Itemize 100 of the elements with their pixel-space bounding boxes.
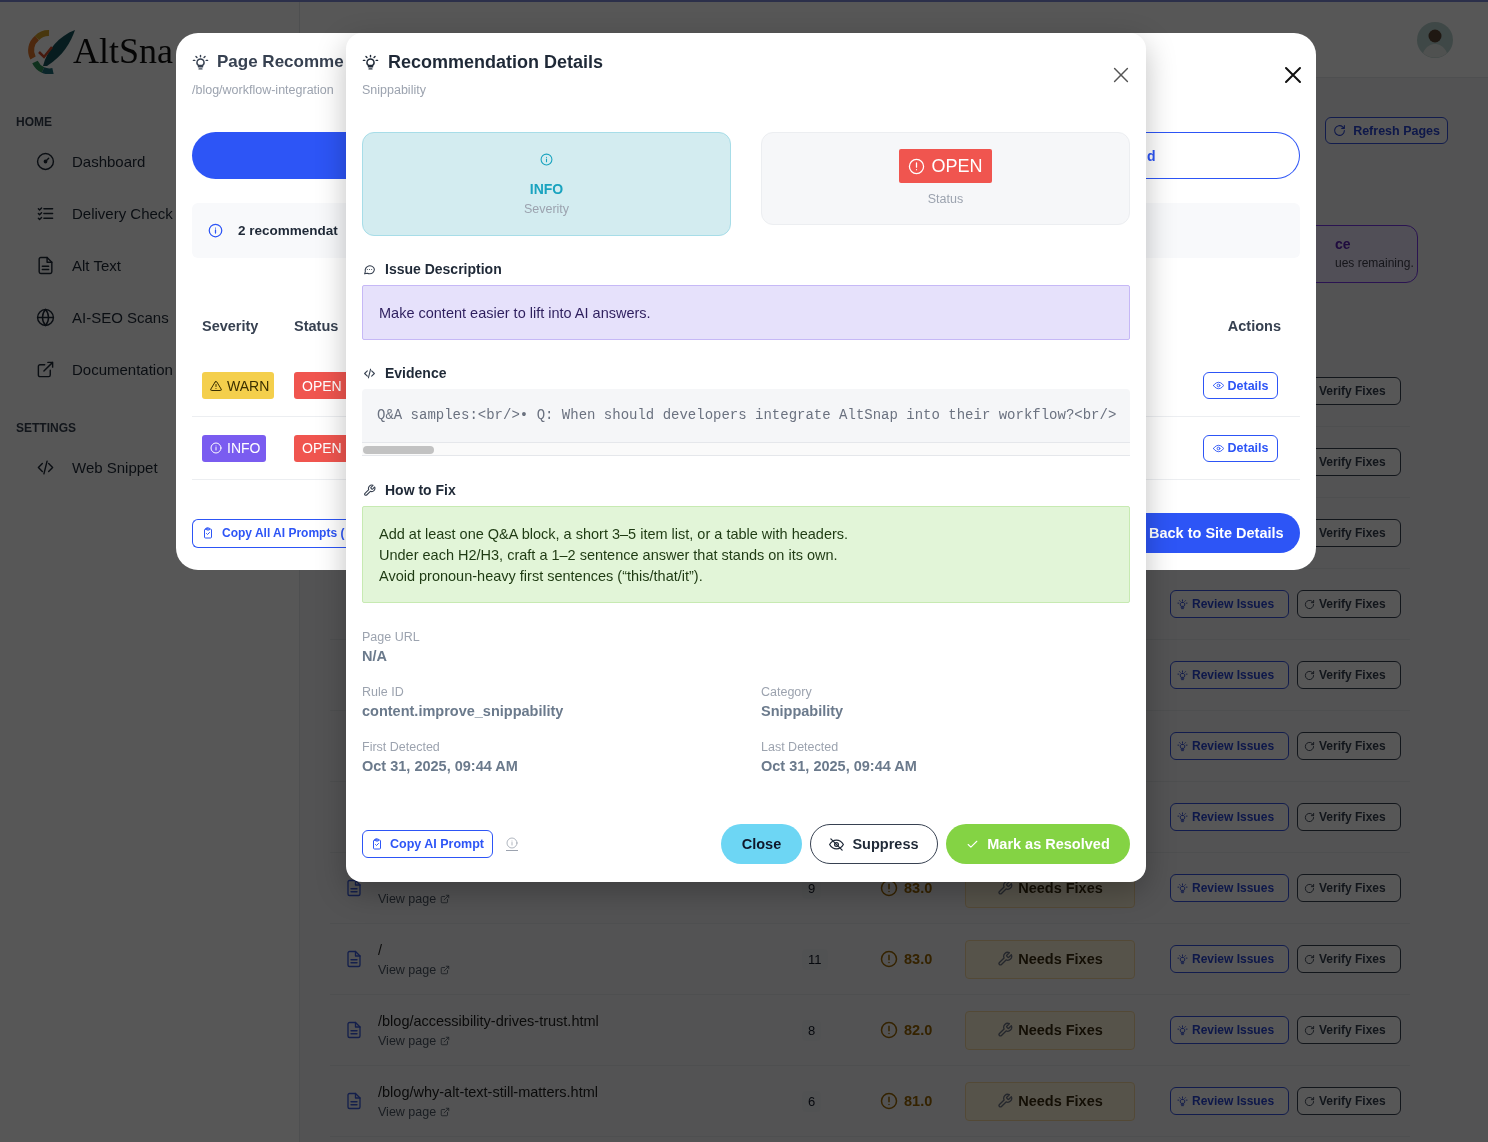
- verify-fixes-button[interactable]: Verify Fixes: [1297, 732, 1401, 760]
- bulb-icon: [1177, 811, 1188, 823]
- wrench-icon: [997, 951, 1014, 967]
- alert-icon: [880, 1021, 898, 1039]
- nav-item[interactable]: Web Snippet: [36, 441, 158, 493]
- verify-fixes-button[interactable]: Verify Fixes: [1297, 803, 1401, 831]
- section-heading: How to Fix: [385, 482, 456, 498]
- refresh-icon: [1304, 740, 1315, 752]
- card-caption: Severity: [523, 202, 570, 216]
- verify-fixes-button[interactable]: Verify Fixes: [1297, 945, 1401, 973]
- wrench-icon: [363, 483, 376, 497]
- alert-icon: [908, 157, 926, 175]
- verify-fixes-button[interactable]: Verify Fixes: [1297, 661, 1401, 689]
- field-value: Oct 31, 2025, 09:44 AM: [761, 757, 918, 775]
- modal-title: Page Recomme: [217, 52, 344, 72]
- code-icon: [363, 366, 376, 380]
- refresh-icon: [1304, 882, 1315, 894]
- copy-prompt-button[interactable]: Copy AI Prompt: [362, 830, 493, 858]
- info-text: 2 recommendat: [238, 223, 338, 238]
- field-value: content.improve_snippability: [362, 702, 565, 720]
- field-label: Rule ID: [362, 684, 405, 700]
- details-button[interactable]: Details: [1203, 434, 1278, 462]
- primary-button[interactable]: [192, 132, 346, 179]
- view-page-link[interactable]: View page: [378, 962, 780, 977]
- verify-fixes-button[interactable]: Verify Fixes: [1297, 1087, 1401, 1115]
- bulb-icon: [1177, 882, 1188, 894]
- review-issues-button[interactable]: Review Issues: [1170, 803, 1289, 831]
- suppress-button[interactable]: Suppress: [810, 824, 938, 864]
- field-label: Category: [761, 684, 813, 700]
- section-heading: SETTINGS: [16, 421, 76, 435]
- review-issues-button[interactable]: Review Issues: [1170, 590, 1289, 618]
- page-path: /blog/accessibility-drives-trust.html: [378, 1012, 600, 1031]
- bulb-icon: [1177, 1095, 1188, 1107]
- status-badge: Needs Fixes: [965, 939, 1135, 979]
- severity-badge: INFO: [202, 434, 266, 462]
- external-link-icon: [440, 893, 451, 904]
- logo-text: AltSna: [73, 30, 173, 72]
- review-issues-button[interactable]: Review Issues: [1170, 874, 1289, 902]
- file-icon: [345, 950, 363, 968]
- info-icon: [506, 837, 518, 849]
- info-icon: [208, 223, 223, 238]
- close-button[interactable]: Close: [721, 824, 802, 864]
- bulb-icon: [1177, 1024, 1188, 1036]
- refresh-icon: [1304, 1024, 1315, 1036]
- verify-fixes-button[interactable]: Verify Fixes: [1297, 1016, 1401, 1044]
- verify-fixes-button[interactable]: Verify Fixes: [1297, 590, 1401, 618]
- nav-item[interactable]: AI-SEO Scans: [36, 291, 169, 343]
- nav-item[interactable]: Delivery Check: [36, 187, 173, 239]
- card-caption: Status: [927, 192, 964, 206]
- file-icon: [345, 1021, 363, 1039]
- wrench-icon: [997, 1022, 1014, 1038]
- info-icon: [540, 153, 553, 166]
- field-value: Oct 31, 2025, 09:44 AM: [362, 757, 519, 775]
- review-issues-button[interactable]: Review Issues: [1170, 661, 1289, 689]
- globe-icon: [36, 307, 55, 327]
- score: 81.0: [904, 1093, 933, 1109]
- verify-fixes-button[interactable]: Verify Fixes: [1297, 874, 1401, 902]
- outline-button[interactable]: d: [1146, 132, 1300, 179]
- review-issues-button[interactable]: Review Issues: [1170, 1087, 1289, 1115]
- resolve-button[interactable]: Mark as Resolved: [946, 824, 1130, 864]
- fix-text: Under each H2/H3, craft a 1–2 sentence answer that stands on its own.: [379, 546, 839, 565]
- fix-text: Avoid pronoun-heavy first sentences (“this/that/it”).: [379, 567, 704, 586]
- review-issues-button[interactable]: Review Issues: [1170, 1016, 1289, 1044]
- status-badge: OPEN: [899, 149, 992, 183]
- column-header: Severity: [202, 318, 260, 334]
- nav-item[interactable]: Dashboard: [36, 135, 146, 187]
- bulb-icon: [192, 53, 209, 71]
- card-subtitle: ues remaining.: [1335, 256, 1415, 270]
- wrench-icon: [997, 880, 1014, 896]
- nav-item[interactable]: Documentation: [36, 343, 173, 395]
- view-page-link[interactable]: View page: [378, 1104, 780, 1119]
- details-button[interactable]: Details: [1203, 372, 1278, 399]
- clipboard-icon: [371, 838, 383, 850]
- page-path: /blog/why-alt-text-still-matters.html: [378, 1083, 599, 1102]
- review-issues-button[interactable]: Review Issues: [1170, 732, 1289, 760]
- review-issues-button[interactable]: Review Issues: [1170, 945, 1289, 973]
- alert-icon: [880, 950, 898, 968]
- chat-icon: [363, 262, 376, 276]
- modal-subtitle: Snippability: [362, 83, 427, 99]
- info-icon: [210, 442, 222, 454]
- refresh-icon: [1304, 669, 1315, 681]
- modal-subtitle: /blog/workflow-integration: [192, 83, 335, 99]
- column-header: Status: [294, 318, 339, 334]
- back-button[interactable]: Back to Site Details: [1146, 513, 1300, 553]
- copy-prompts-button[interactable]: Copy All AI Prompts (: [192, 518, 346, 548]
- bulb-icon: [1177, 953, 1188, 965]
- bulb-icon: [362, 53, 379, 71]
- view-page-link[interactable]: View page: [378, 1033, 780, 1048]
- external-link-icon: [36, 359, 55, 379]
- field-value: Snippability: [761, 702, 845, 720]
- score: 83.0: [904, 951, 933, 967]
- field-label: Last Detected: [761, 739, 840, 755]
- bulb-icon: [1177, 669, 1188, 681]
- avatar[interactable]: [1417, 21, 1453, 58]
- status-badge: OPEN: [294, 372, 346, 399]
- nav-item[interactable]: Alt Text: [36, 239, 121, 291]
- refresh-button[interactable]: Refresh Pages: [1325, 117, 1448, 144]
- severity-label: INFO: [529, 181, 564, 199]
- refresh-icon: [1304, 1095, 1315, 1107]
- refresh-icon: [1333, 124, 1347, 137]
